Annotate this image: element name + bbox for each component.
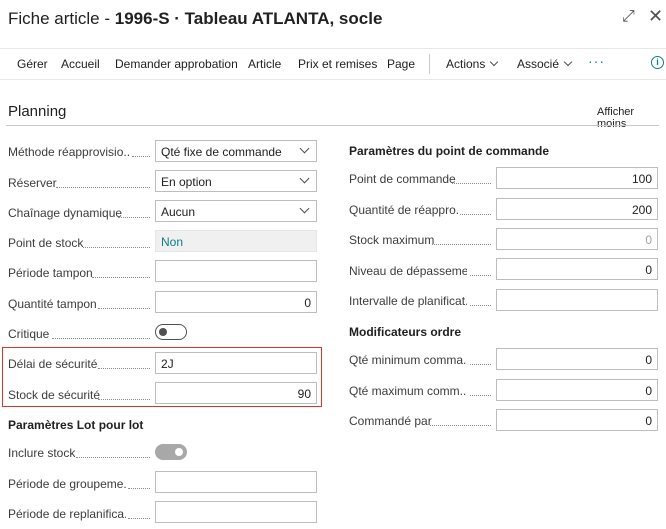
- close-icon[interactable]: ✕: [648, 6, 663, 27]
- menu-actions[interactable]: Actions: [446, 57, 499, 71]
- menu-associe-label: Associé: [517, 57, 560, 71]
- groupement-input[interactable]: [155, 471, 317, 493]
- dots: [470, 364, 491, 365]
- dots: [452, 183, 491, 184]
- menu-page[interactable]: Page: [387, 57, 415, 71]
- dots: [52, 338, 150, 339]
- dots: [118, 217, 150, 218]
- intervalle-label: Intervalle de planificat...: [349, 294, 467, 308]
- info-icon[interactable]: i: [651, 56, 664, 69]
- chainage-value: Aucun: [161, 205, 196, 219]
- chevron-down-icon: [299, 203, 310, 214]
- item-name: 1996-S · Tableau ATLANTA, socle: [114, 9, 383, 28]
- delai-securite-label: Délai de sécurité: [8, 357, 98, 371]
- point-commande-input[interactable]: 100: [496, 167, 658, 189]
- quantite-tampon-input[interactable]: 0: [155, 291, 317, 313]
- dots: [56, 187, 150, 188]
- chainage-select[interactable]: Aucun: [155, 200, 317, 222]
- stock-maximum-label: Stock maximum: [349, 233, 435, 247]
- point-commande-heading: Paramètres du point de commande: [349, 144, 550, 158]
- quantite-tampon-label: Quantité tampon: [8, 297, 97, 311]
- point-stock-value: Non: [155, 230, 317, 252]
- periode-tampon-label: Période tampon: [8, 266, 93, 280]
- lot-pour-lot-heading: Paramètres Lot pour lot: [8, 418, 144, 432]
- dots: [470, 275, 491, 276]
- qte-reappro-input[interactable]: 200: [496, 198, 658, 220]
- inclure-stock-toggle[interactable]: [155, 444, 187, 460]
- methode-select[interactable]: Qté fixe de commande: [155, 140, 317, 162]
- qte-maximum-label: Qté maximum comm...: [349, 384, 467, 398]
- niveau-depassement-input[interactable]: 0: [496, 258, 658, 280]
- page-title: Fiche article - 1996-S · Tableau ATLANTA…: [8, 9, 382, 29]
- dots: [470, 305, 491, 306]
- chevron-down-icon: [563, 57, 573, 67]
- menu-accueil[interactable]: Accueil: [61, 57, 100, 71]
- qte-minimum-input[interactable]: 0: [496, 348, 658, 370]
- section-divider: [6, 125, 659, 126]
- dots: [470, 395, 491, 396]
- chevron-down-icon: [299, 173, 310, 184]
- qte-maximum-input[interactable]: 0: [496, 379, 658, 401]
- dots: [98, 399, 150, 400]
- replanification-label: Période de replanifica...: [8, 507, 126, 521]
- dots: [98, 308, 150, 309]
- periode-tampon-input[interactable]: [155, 260, 317, 282]
- qte-minimum-label: Qté minimum comma...: [349, 353, 467, 367]
- methode-value: Qté fixe de commande: [161, 145, 282, 159]
- dots: [432, 244, 491, 245]
- delai-securite-input[interactable]: 2J: [155, 352, 317, 374]
- reserver-value: En option: [161, 175, 212, 189]
- dots: [460, 214, 491, 215]
- point-commande-label: Point de commande: [349, 172, 456, 186]
- toggle-knob: [175, 448, 183, 456]
- dots: [83, 247, 150, 248]
- commande-par-label: Commandé par: [349, 414, 432, 428]
- qte-reappro-label: Quantité de réappro.: [349, 203, 460, 217]
- commande-par-input[interactable]: 0: [496, 409, 658, 431]
- reserver-select[interactable]: En option: [155, 170, 317, 192]
- point-stock-label: Point de stock: [8, 236, 84, 250]
- menu-associe[interactable]: Associé: [517, 57, 573, 71]
- more-options-icon[interactable]: ···: [588, 53, 605, 69]
- inclure-stock-label: Inclure stock: [8, 446, 76, 460]
- replanification-input[interactable]: [155, 501, 317, 523]
- menu-actions-label: Actions: [446, 57, 486, 71]
- modificateurs-heading: Modificateurs ordre: [349, 325, 462, 339]
- dots: [76, 457, 150, 458]
- critique-toggle[interactable]: [155, 324, 187, 340]
- section-title: Planning: [8, 103, 67, 120]
- chainage-label: Chaînage dynamique: [8, 206, 123, 220]
- menu-gerer[interactable]: Gérer: [17, 57, 48, 71]
- menu-article[interactable]: Article: [248, 57, 281, 71]
- groupement-label: Période de groupeme...: [8, 477, 126, 491]
- chevron-down-icon: [490, 57, 499, 67]
- dots: [430, 425, 491, 426]
- menu-demander-approbation[interactable]: Demander approbation: [115, 57, 238, 71]
- stock-maximum-input[interactable]: 0: [496, 228, 658, 250]
- critique-label: Critique: [8, 327, 50, 341]
- dots: [128, 488, 150, 489]
- intervalle-input[interactable]: [496, 289, 658, 311]
- show-less-link[interactable]: Afficher moins: [597, 106, 666, 130]
- methode-label: Méthode réapprovisio...: [8, 145, 130, 159]
- action-separator: [429, 54, 430, 74]
- menu-prix-remises[interactable]: Prix et remises: [298, 57, 377, 71]
- chevron-down-icon: [299, 143, 310, 154]
- page-title-prefix: Fiche article -: [8, 9, 115, 28]
- dots: [132, 156, 150, 157]
- stock-securite-label: Stock de sécurité: [8, 388, 101, 402]
- reserver-label: Réserver: [8, 176, 57, 190]
- dots: [92, 277, 150, 278]
- dots: [98, 368, 150, 369]
- dots: [128, 518, 150, 519]
- toggle-knob: [159, 328, 167, 336]
- niveau-depassement-label: Niveau de dépasseme...: [349, 264, 467, 278]
- expand-icon[interactable]: ⤢: [622, 8, 635, 26]
- stock-securite-input[interactable]: 90: [155, 382, 317, 404]
